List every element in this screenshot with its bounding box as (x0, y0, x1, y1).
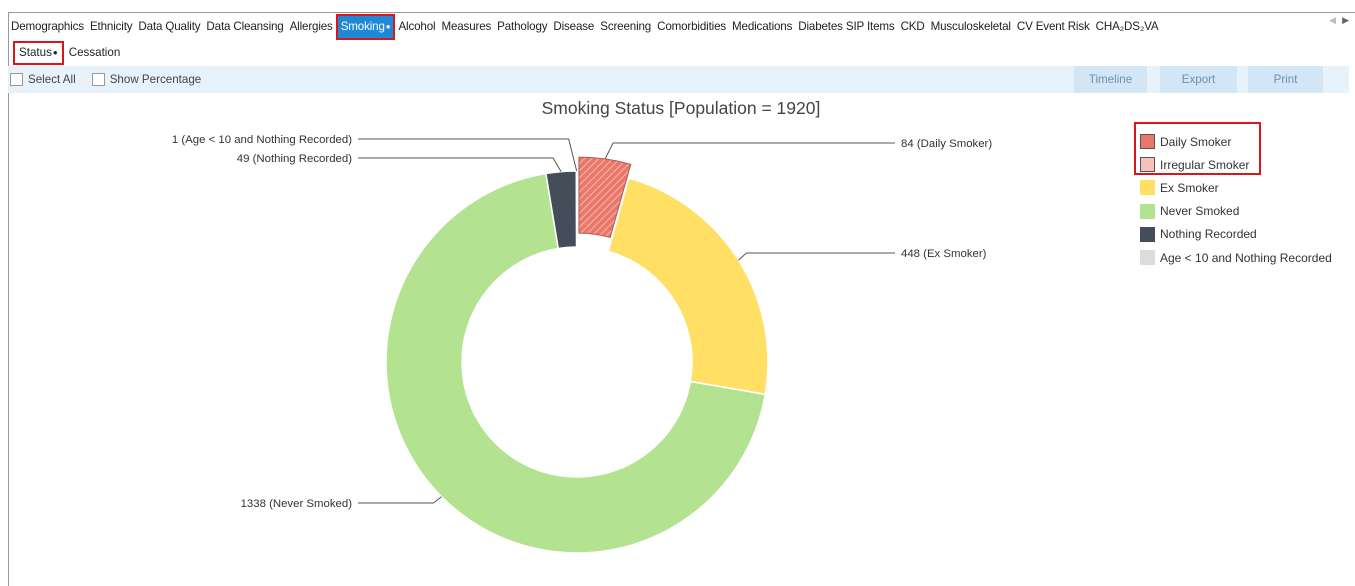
legend-label: Never Smoked (1160, 204, 1240, 219)
legend-item[interactable]: Daily Smoker (1140, 130, 1332, 153)
legend-swatch (1140, 226, 1155, 242)
legend-item[interactable]: Ex Smoker (1140, 176, 1332, 199)
slice-label: 84 (Daily Smoker) (901, 138, 992, 150)
leader-line (604, 142, 895, 160)
legend-label: Nothing Recorded (1160, 227, 1257, 242)
chart-legend: Daily Smoker Irregular Smoker Ex Smoker Nev… (1140, 130, 1332, 269)
legend-item[interactable]: Nothing Recorded (1140, 223, 1332, 246)
legend-label: Daily Smoker (1160, 134, 1232, 149)
legend-label: Age < 10 and Nothing Recorded (1160, 250, 1332, 265)
donut-chart: 84 (Daily Smoker) 448 (Ex Smoker) 1338 (Ne… (172, 134, 992, 554)
legend-item[interactable]: Never Smoked (1140, 200, 1332, 223)
slice-age-10-and-nothing-recorded[interactable] (575, 170, 578, 248)
leader-line (358, 138, 578, 172)
legend-swatch (1140, 250, 1155, 266)
legend-swatch (1140, 203, 1155, 219)
legend-swatch (1140, 180, 1155, 196)
legend-item[interactable]: Irregular Smoker (1140, 153, 1332, 176)
slice-ex-smoker[interactable] (607, 177, 769, 396)
slice-label: 1338 (Never Smoked) (241, 498, 353, 510)
legend-label: Irregular Smoker (1160, 157, 1250, 172)
legend-swatch (1140, 134, 1155, 150)
leader-line (358, 157, 562, 172)
leader-line (358, 496, 442, 504)
legend-label: Ex Smoker (1160, 180, 1219, 195)
slice-label: 49 (Nothing Recorded) (237, 153, 352, 165)
legend-swatch (1140, 157, 1155, 173)
leader-line (738, 252, 895, 261)
slice-label: 1 (Age < 10 and Nothing Recorded) (172, 134, 352, 146)
legend-item[interactable]: Age < 10 and Nothing Recorded (1140, 246, 1332, 269)
slice-label: 448 (Ex Smoker) (901, 248, 987, 260)
